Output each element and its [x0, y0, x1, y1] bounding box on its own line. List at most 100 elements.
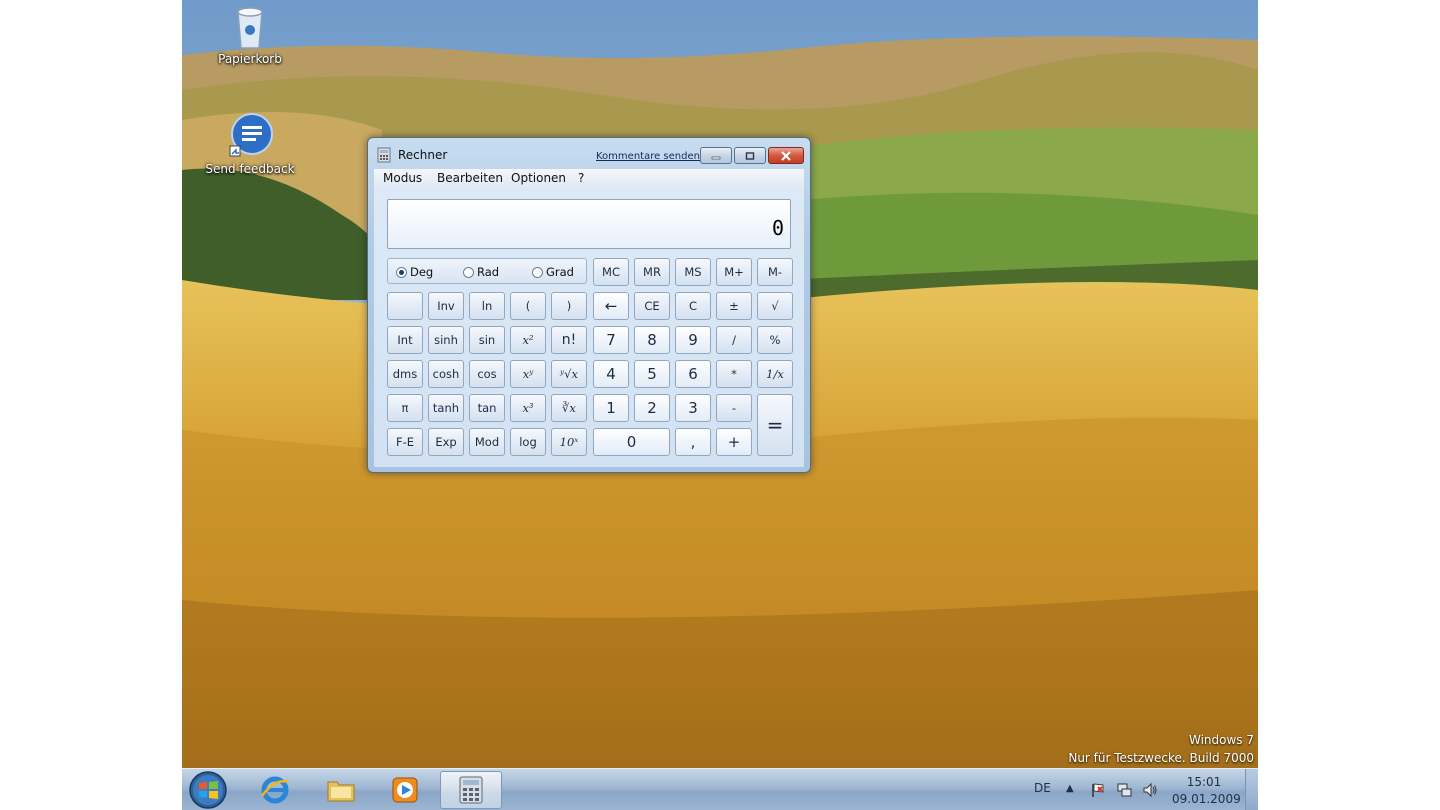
- maximize-icon: [745, 151, 755, 160]
- key-x-squared[interactable]: x²: [510, 326, 546, 354]
- minimize-icon: [711, 156, 721, 159]
- key-factorial[interactable]: n!: [551, 326, 587, 354]
- key-ms[interactable]: MS: [675, 258, 711, 286]
- key-plus-minus[interactable]: ±: [716, 292, 752, 320]
- clock-date[interactable]: 09.01.2009: [1172, 792, 1241, 806]
- key-0[interactable]: 0: [593, 428, 670, 456]
- maximize-button[interactable]: [734, 147, 766, 164]
- language-indicator[interactable]: DE: [1034, 781, 1051, 795]
- key-cube-root[interactable]: ∛x: [551, 394, 587, 422]
- radio-grad[interactable]: Grad: [532, 265, 574, 279]
- key-mc[interactable]: MC: [593, 258, 629, 286]
- key-tan[interactable]: tan: [469, 394, 505, 422]
- key-backspace[interactable]: ←: [593, 292, 629, 320]
- key-7[interactable]: 7: [593, 326, 629, 354]
- calculator-window: Rechner Kommentare senden Modus Bearbeit…: [367, 137, 811, 473]
- key-dms[interactable]: dms: [387, 360, 423, 388]
- key-c[interactable]: C: [675, 292, 711, 320]
- key-x-cubed[interactable]: x³: [510, 394, 546, 422]
- radio-rad[interactable]: Rad: [463, 265, 499, 279]
- minimize-button[interactable]: [700, 147, 732, 164]
- explorer-folder-icon: [327, 781, 355, 802]
- desktop-icon-send-feedback[interactable]: Send feedback: [200, 112, 300, 176]
- key-cos[interactable]: cos: [469, 360, 505, 388]
- key-blank[interactable]: [387, 292, 423, 320]
- key-9[interactable]: 9: [675, 326, 711, 354]
- key-ten-power-x[interactable]: 10ˣ: [551, 428, 587, 456]
- menu-modus[interactable]: Modus: [383, 171, 422, 185]
- key-close-paren[interactable]: ): [551, 292, 587, 320]
- key-1[interactable]: 1: [593, 394, 629, 422]
- key-minus[interactable]: -: [716, 394, 752, 422]
- desktop-icon-papierkorb[interactable]: Papierkorb: [200, 2, 300, 66]
- close-button[interactable]: [768, 147, 804, 164]
- key-sin[interactable]: sin: [469, 326, 505, 354]
- recycle-bin-icon: [237, 7, 263, 49]
- radio-deg-dot: [396, 266, 407, 278]
- key-int[interactable]: Int: [387, 326, 423, 354]
- key-divide[interactable]: /: [716, 326, 752, 354]
- key-m-minus[interactable]: M-: [757, 258, 793, 286]
- display-value: 0: [771, 216, 784, 240]
- key-log[interactable]: log: [510, 428, 546, 456]
- key-m-plus[interactable]: M+: [716, 258, 752, 286]
- key-reciprocal[interactable]: 1/x: [757, 360, 793, 388]
- key-cosh[interactable]: cosh: [428, 360, 464, 388]
- key-4[interactable]: 4: [593, 360, 629, 388]
- radio-rad-label: Rad: [477, 265, 500, 279]
- key-exp[interactable]: Exp: [428, 428, 464, 456]
- media-player-icon: [392, 777, 418, 803]
- angle-mode-group: Deg Rad Grad: [387, 258, 587, 284]
- feedback-link[interactable]: Kommentare senden: [596, 151, 700, 162]
- key-3[interactable]: 3: [675, 394, 711, 422]
- menu-help[interactable]: ?: [578, 171, 584, 185]
- show-hidden-icons-icon[interactable]: ▲: [1066, 783, 1074, 794]
- key-f-e[interactable]: F-E: [387, 428, 423, 456]
- key-x-power-y[interactable]: xʸ: [510, 360, 546, 388]
- key-6[interactable]: 6: [675, 360, 711, 388]
- key-equals[interactable]: =: [757, 394, 793, 456]
- key-open-paren[interactable]: (: [510, 292, 546, 320]
- radio-deg[interactable]: Deg: [396, 265, 433, 279]
- key-mod[interactable]: Mod: [469, 428, 505, 456]
- key-5[interactable]: 5: [634, 360, 670, 388]
- key-2[interactable]: 2: [634, 394, 670, 422]
- key-sqrt[interactable]: √: [757, 292, 793, 320]
- menu-bearbeiten[interactable]: Bearbeiten: [437, 171, 503, 185]
- taskbar-windows-explorer[interactable]: [312, 771, 370, 809]
- radio-deg-label: Deg: [410, 265, 434, 279]
- show-desktop-button[interactable]: [1245, 769, 1258, 810]
- menu-optionen[interactable]: Optionen: [511, 171, 566, 185]
- close-icon: [781, 150, 791, 161]
- key-ce[interactable]: CE: [634, 292, 670, 320]
- feedback-icon: [229, 113, 273, 157]
- taskbar-media-player[interactable]: [376, 771, 434, 809]
- key-sinh[interactable]: sinh: [428, 326, 464, 354]
- key-mr[interactable]: MR: [634, 258, 670, 286]
- radio-grad-label: Grad: [546, 265, 574, 279]
- network-icon[interactable]: [1116, 782, 1132, 798]
- key-ln[interactable]: ln: [469, 292, 505, 320]
- taskbar-calculator[interactable]: [440, 771, 502, 809]
- desktop-screen: Papierkorb Send feedback Windows 7 Nur f…: [182, 0, 1258, 810]
- key-inv[interactable]: Inv: [428, 292, 464, 320]
- desktop-icon-label: Send feedback: [205, 162, 295, 176]
- window-title: Rechner: [398, 148, 448, 162]
- start-orb-icon[interactable]: [188, 770, 228, 810]
- key-percent[interactable]: %: [757, 326, 793, 354]
- taskbar-internet-explorer[interactable]: [246, 771, 304, 809]
- key-plus[interactable]: +: [716, 428, 752, 456]
- key-pi[interactable]: π: [387, 394, 423, 422]
- key-multiply[interactable]: *: [716, 360, 752, 388]
- key-decimal[interactable]: ,: [675, 428, 711, 456]
- build-watermark: Nur für Testzwecke. Build 7000: [1068, 751, 1254, 765]
- key-8[interactable]: 8: [634, 326, 670, 354]
- key-tanh[interactable]: tanh: [428, 394, 464, 422]
- key-y-root-x[interactable]: ʸ√x: [551, 360, 587, 388]
- calculator-icon: [459, 776, 483, 804]
- desktop-icon-label: Papierkorb: [218, 52, 282, 66]
- volume-icon[interactable]: [1142, 782, 1158, 798]
- menu-bar: Modus Bearbeiten Optionen ?: [374, 169, 804, 187]
- action-center-flag-icon[interactable]: [1090, 782, 1106, 798]
- clock-time[interactable]: 15:01: [1182, 775, 1226, 789]
